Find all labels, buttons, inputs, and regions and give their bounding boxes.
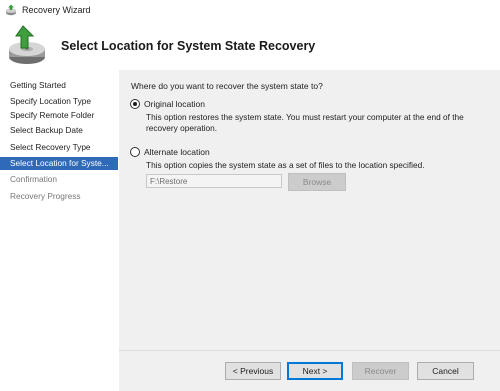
alternate-location-description: This option copies the system state as a…	[146, 160, 425, 170]
next-button[interactable]: Next >	[287, 362, 343, 380]
original-location-radio[interactable]	[130, 99, 140, 109]
cancel-button[interactable]: Cancel	[417, 362, 474, 380]
title-bar: Recovery Wizard	[0, 0, 500, 20]
step-getting-started[interactable]: Getting Started	[0, 79, 118, 92]
backup-disk-arrow-icon	[9, 25, 45, 64]
step-select-recovery-type[interactable]: Select Recovery Type	[0, 141, 118, 154]
original-location-label[interactable]: Original location	[144, 99, 205, 109]
recovery-app-icon	[6, 4, 16, 16]
wizard-header: Select Location for System State Recover…	[0, 20, 500, 70]
alternate-location-label[interactable]: Alternate location	[144, 147, 210, 157]
step-select-backup-date[interactable]: Select Backup Date	[0, 124, 118, 137]
previous-button[interactable]: < Previous	[225, 362, 281, 380]
step-select-location[interactable]: Select Location for Syste...	[0, 157, 118, 170]
step-specify-remote-folder[interactable]: Specify Remote Folder	[0, 109, 118, 122]
step-confirmation: Confirmation	[10, 174, 58, 184]
alternate-path-input[interactable]	[146, 174, 282, 188]
recover-button[interactable]: Recover	[352, 362, 409, 380]
alternate-location-radio[interactable]	[130, 147, 140, 157]
step-recovery-progress: Recovery Progress	[10, 191, 81, 201]
window-title: Recovery Wizard	[22, 5, 91, 15]
wizard-content: Where do you want to recover the system …	[119, 70, 500, 350]
wizard-steps: Getting Started Specify Location Type Sp…	[0, 70, 118, 391]
location-question: Where do you want to recover the system …	[131, 81, 323, 91]
browse-button[interactable]: Browse	[288, 173, 346, 191]
wizard-footer: < Previous Next > Recover Cancel	[119, 350, 500, 391]
page-title: Select Location for System State Recover…	[61, 39, 316, 53]
step-specify-location-type[interactable]: Specify Location Type	[0, 95, 118, 108]
original-location-description-line2: recovery operation.	[146, 123, 218, 133]
original-location-description-line1: This option restores the system state. Y…	[146, 112, 464, 122]
